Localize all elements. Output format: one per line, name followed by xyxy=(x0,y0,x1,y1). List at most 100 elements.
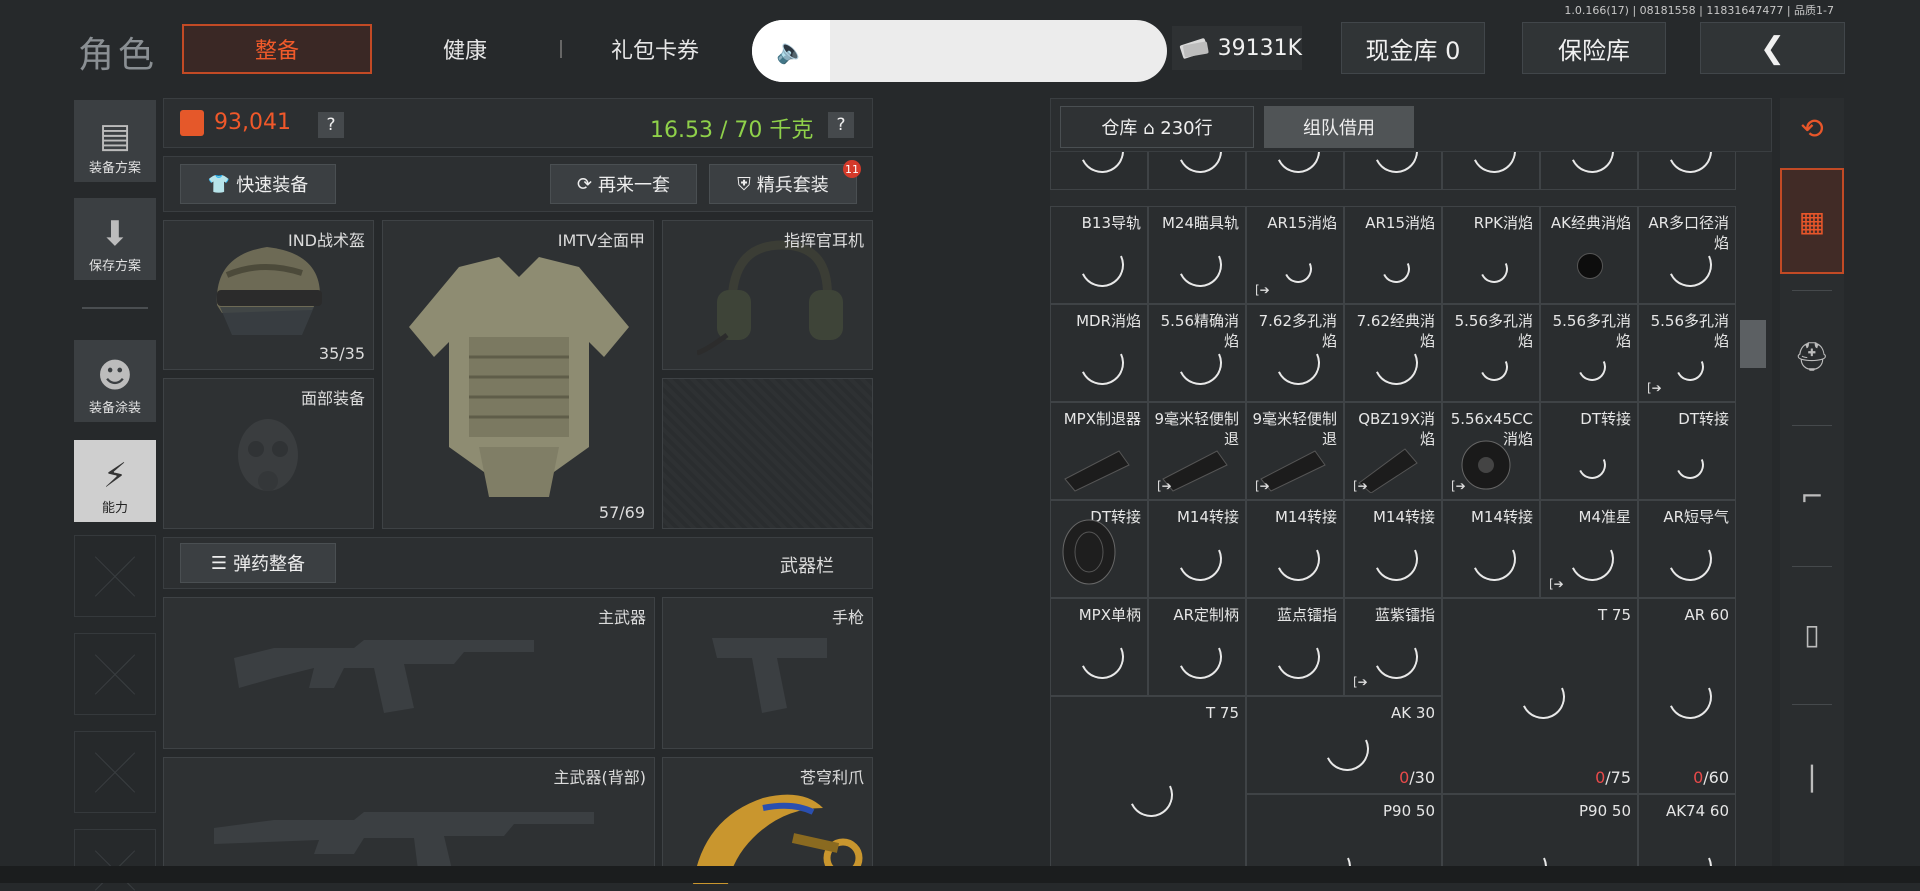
headset-slot[interactable]: 指挥官耳机 xyxy=(662,220,873,370)
value-help-button[interactable]: ? xyxy=(318,112,344,138)
face-gear-name: 面部装备 xyxy=(300,389,365,408)
all-items-icon[interactable]: ▦ xyxy=(1780,168,1844,274)
elite-set-button[interactable]: ⛨ 精兵套装 xyxy=(709,164,857,204)
grid-cell[interactable]: AR定制柄 xyxy=(1148,598,1246,696)
grid-cell[interactable]: 7.62多孔消焰 xyxy=(1246,304,1344,402)
grid-cell[interactable]: 5.56精确消焰 xyxy=(1148,304,1246,402)
exit-tag-icon: [➔ xyxy=(1255,479,1270,493)
category-divider xyxy=(1792,290,1832,291)
warehouse-scrollbar[interactable] xyxy=(1740,320,1766,368)
grid-cell[interactable]: 蓝紫镭指 [➔ xyxy=(1344,598,1442,696)
ammo-box-item[interactable]: AR 60 0/60 xyxy=(1638,598,1736,794)
grid-cell[interactable]: MPX单柄 xyxy=(1050,598,1148,696)
grid-cell[interactable]: 5.56多孔消焰 [➔ xyxy=(1638,304,1736,402)
grid-cell[interactable] xyxy=(1344,152,1442,190)
ammo-prep-button[interactable]: ☰ 弹药整备 xyxy=(180,543,336,583)
back-button[interactable]: ❮ xyxy=(1700,22,1845,74)
grid-cell[interactable]: MPX制退器 xyxy=(1050,402,1148,500)
warehouse-grid[interactable]: B13导轨 M24瞄具轨 AR15消焰 [➔ AR15消焰 RPK消焰 AK经典消… xyxy=(1050,152,1772,883)
download-icon: ⬇ xyxy=(100,214,130,254)
face-gear-slot[interactable]: 面部装备 xyxy=(163,378,374,529)
ammo-box-item[interactable]: T 75 0/75 xyxy=(1442,598,1638,794)
cash-vault-button[interactable]: 现金库 0 xyxy=(1341,22,1485,74)
grid-cell[interactable]: M14转接 xyxy=(1442,500,1540,598)
grid-cell[interactable]: AR15消焰 [➔ xyxy=(1246,206,1344,304)
item-name: B13导轨 xyxy=(1081,214,1141,232)
elite-set-label: 精兵套装 xyxy=(756,175,829,196)
weight-help-button[interactable]: ? xyxy=(828,112,854,138)
grid-cell[interactable]: M14转接 xyxy=(1246,500,1344,598)
grid-cell[interactable]: 9毫米轻便制退 [➔ xyxy=(1246,402,1344,500)
grid-cell[interactable]: 5.56多孔消焰 xyxy=(1540,304,1638,402)
headset-image xyxy=(697,240,843,356)
sort-icon[interactable]: ⟲ xyxy=(1780,98,1844,158)
broadcast-bar[interactable]: 🔈 xyxy=(752,20,1167,82)
armor-slot[interactable]: IMTV全面甲 57/69 xyxy=(382,220,654,529)
grid-cell[interactable]: 7.62经典消焰 xyxy=(1344,304,1442,402)
ammo-count-current: 0 xyxy=(1399,768,1410,787)
grid-cell[interactable]: MDR消焰 xyxy=(1050,304,1148,402)
magazine-category-icon[interactable]: ▯ xyxy=(1780,574,1844,694)
item-name: M14转接 xyxy=(1470,508,1533,526)
again-set-button[interactable]: ⟳ 再来一套 xyxy=(550,164,697,204)
tab-gift-coupons[interactable]: 礼包卡券 xyxy=(585,24,725,74)
helmet-category-icon[interactable]: ⛑ xyxy=(1780,296,1844,416)
melee-name: 苍穹利爪 xyxy=(799,768,864,787)
item-name: M4准星 xyxy=(1578,508,1632,526)
grid-cell[interactable]: AR短导气 xyxy=(1638,500,1736,598)
grid-cell[interactable]: AR多口径消焰 xyxy=(1638,206,1736,304)
soldier-icon: ☻ xyxy=(97,356,133,396)
grid-cell[interactable]: DT转接 xyxy=(1050,500,1148,598)
grid-cell[interactable]: B13导轨 xyxy=(1050,206,1148,304)
grid-cell[interactable]: M24瞄具轨 xyxy=(1148,206,1246,304)
loadout-weight: 16.53 / 70 千克 xyxy=(650,118,814,143)
tab-health[interactable]: 健康 xyxy=(400,24,530,74)
grid-cell[interactable]: RPK消焰 xyxy=(1442,206,1540,304)
bullet-category-icon[interactable]: ❘ xyxy=(1780,716,1844,836)
melee-slot[interactable]: 苍穹利爪 xyxy=(662,757,873,884)
sidebar-item-save-plan[interactable]: ⬇ 保存方案 xyxy=(74,198,156,280)
grid-cell[interactable]: 5.56多孔消焰 xyxy=(1442,304,1540,402)
muzzle-brake-image xyxy=(1064,450,1130,492)
grid-cell[interactable] xyxy=(1148,152,1246,190)
grid-cell[interactable]: AK经典消焰 xyxy=(1540,206,1638,304)
vest-icon: ▤ xyxy=(98,116,132,156)
rifle-category-icon[interactable]: ⌐ xyxy=(1780,436,1844,556)
grid-cell[interactable]: DT转接 xyxy=(1540,402,1638,500)
grid-cell[interactable] xyxy=(1246,152,1344,190)
elite-set-badge: 11 xyxy=(843,160,861,178)
sidebar-item-loadout-plan[interactable]: ▤ 装备方案 xyxy=(74,100,156,182)
tab-equip[interactable]: 整备 xyxy=(182,24,372,74)
sidebar-item-ability[interactable]: ⚡ 能力 xyxy=(74,440,156,522)
sidebar-item-skin[interactable]: ☻ 装备涂装 xyxy=(74,340,156,422)
category-divider xyxy=(1792,704,1832,705)
item-name: T 75 xyxy=(1205,704,1239,722)
grid-cell[interactable]: M14转接 xyxy=(1148,500,1246,598)
grid-cell[interactable]: 5.56x45CC消焰 [➔ xyxy=(1442,402,1540,500)
quick-equip-button[interactable]: 👕 快速装备 xyxy=(180,164,336,204)
banknote-icon xyxy=(1179,38,1209,59)
tab-warehouse[interactable]: 仓库 ⌂ 230行 xyxy=(1060,106,1254,148)
sidebar-item-label: 保存方案 xyxy=(88,259,141,274)
grid-cell[interactable]: QBZ19X消焰 [➔ xyxy=(1344,402,1442,500)
helmet-slot[interactable]: IND战术盔 35/35 xyxy=(163,220,374,370)
empty-gear-slot[interactable] xyxy=(662,378,873,529)
ammo-box-item[interactable]: AK 30 0/30 xyxy=(1246,696,1442,794)
grid-cell[interactable]: 蓝点镭指 xyxy=(1246,598,1344,696)
ammo-box-item[interactable]: T 75 xyxy=(1050,696,1246,883)
insurance-vault-button[interactable]: 保险库 xyxy=(1522,22,1666,74)
grid-cell[interactable]: 9毫米轻便制退 [➔ xyxy=(1148,402,1246,500)
grid-cell[interactable]: M14转接 xyxy=(1344,500,1442,598)
grid-cell[interactable] xyxy=(1638,152,1736,190)
item-name: AR15消焰 xyxy=(1267,214,1337,232)
primary-weapon-back-slot[interactable]: 主武器(背部) xyxy=(163,757,655,883)
grid-cell[interactable] xyxy=(1050,152,1148,190)
grid-cell[interactable]: AR15消焰 xyxy=(1344,206,1442,304)
tab-team-borrow[interactable]: 组队借用 xyxy=(1264,106,1414,148)
grid-cell[interactable] xyxy=(1540,152,1638,190)
primary-weapon-slot[interactable]: 主武器 xyxy=(163,597,655,749)
grid-cell[interactable] xyxy=(1442,152,1540,190)
grid-cell[interactable]: DT转接 xyxy=(1638,402,1736,500)
pistol-slot[interactable]: 手枪 xyxy=(662,597,873,749)
grid-cell[interactable]: M4准星 [➔ xyxy=(1540,500,1638,598)
